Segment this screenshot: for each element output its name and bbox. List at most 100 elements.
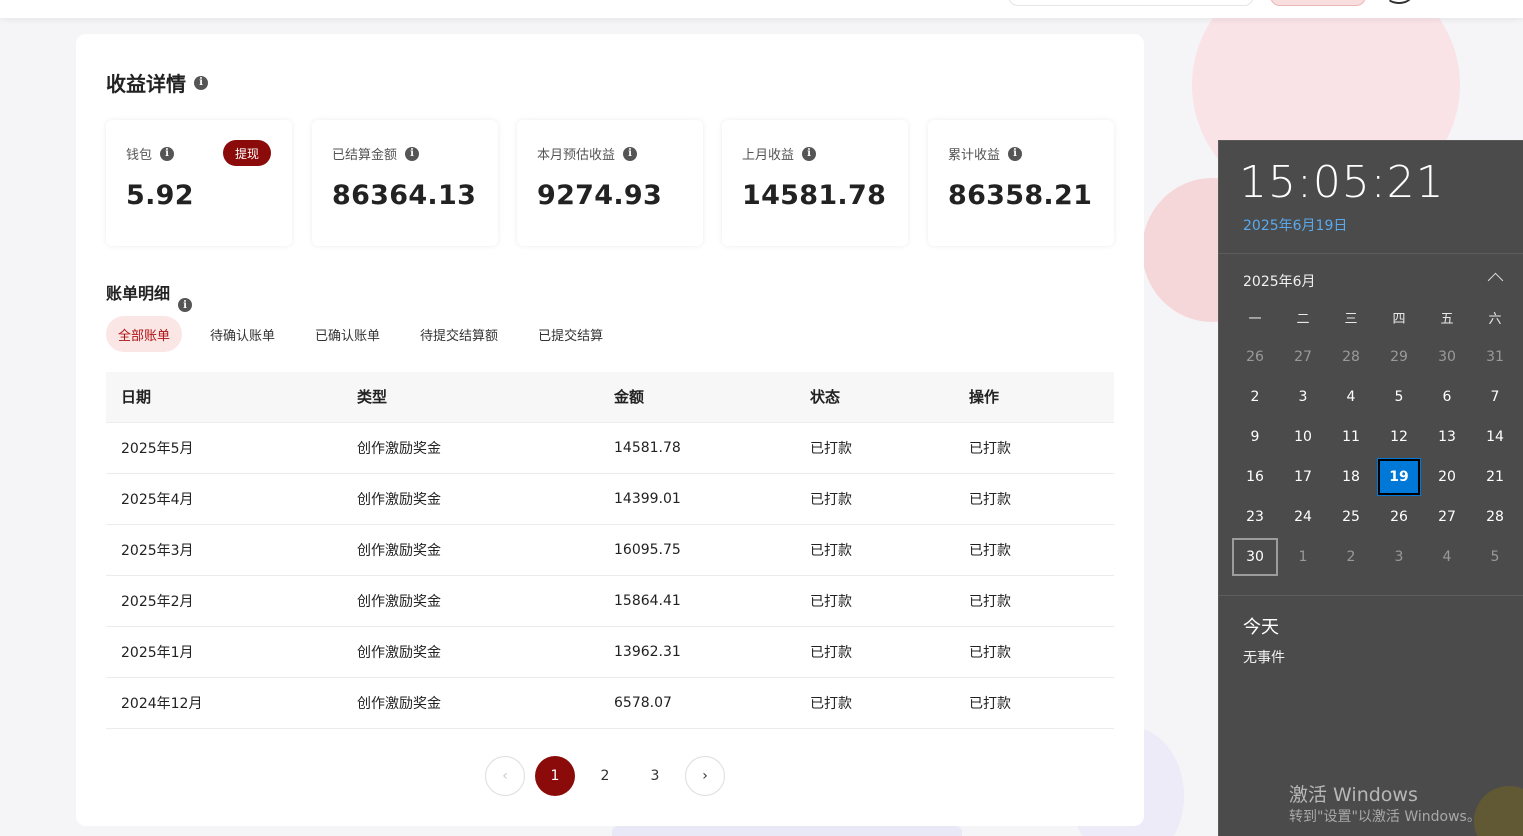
calendar-day-today-label: 19	[1377, 458, 1421, 496]
cell-status: 已打款	[795, 677, 954, 729]
info-icon[interactable]: i	[194, 75, 208, 90]
weekday-label: 三	[1344, 311, 1358, 327]
cell-action-link[interactable]: 已打款	[954, 677, 1114, 729]
calendar-day[interactable]: 27	[1423, 497, 1471, 537]
calendar-day[interactable]: 2	[1327, 537, 1375, 577]
weekday-label: 六	[1488, 311, 1502, 327]
calendar-day[interactable]: 2	[1231, 377, 1279, 417]
calendar-day[interactable]: 6	[1423, 377, 1471, 417]
calendar-day[interactable]: 25	[1327, 497, 1375, 537]
tab-pending-confirm[interactable]: 待确认账单	[198, 316, 287, 352]
info-icon[interactable]: i	[1008, 146, 1023, 161]
cell-amount: 14581.78	[599, 422, 795, 474]
cell-amount: 15864.41	[599, 575, 795, 627]
calendar-day[interactable]: 31	[1471, 337, 1519, 377]
tab-submitted-settlement[interactable]: 已提交结算	[526, 316, 615, 352]
tab-all-bills[interactable]: 全部账单	[106, 316, 183, 352]
prev-page-button[interactable]: ‹	[485, 756, 525, 796]
chevron-up-icon[interactable]	[1485, 267, 1507, 289]
calendar-day[interactable]: 16	[1231, 457, 1279, 497]
calendar-day-focused[interactable]: 30	[1231, 537, 1279, 577]
weekday-label: 五	[1440, 311, 1454, 327]
cell-action-link[interactable]: 已打款	[954, 575, 1114, 627]
stat-value: 9274.93	[537, 180, 663, 211]
calendar-day[interactable]: 11	[1327, 417, 1375, 457]
cell-date: 2025年4月	[106, 473, 342, 525]
info-icon[interactable]: i	[802, 146, 817, 161]
search-input[interactable]	[1008, 0, 1254, 6]
calendar-day[interactable]: 26	[1231, 337, 1279, 377]
calendar-week-row: 9 10 11 12 13 14	[1231, 417, 1519, 457]
weekday-label: 四	[1392, 311, 1406, 327]
cell-status: 已打款	[795, 575, 954, 627]
calendar-day[interactable]: 1	[1279, 537, 1327, 577]
calendar-day[interactable]: 3	[1279, 377, 1327, 417]
calendar-day[interactable]: 14	[1471, 417, 1519, 457]
cell-action-link[interactable]: 已打款	[954, 626, 1114, 678]
cell-type: 创作激励奖金	[342, 524, 599, 576]
table-row: 2025年5月 创作激励奖金 14581.78 已打款 已打款	[106, 422, 1114, 474]
calendar-day[interactable]: 27	[1279, 337, 1327, 377]
calendar-day[interactable]: 3	[1375, 537, 1423, 577]
withdraw-button[interactable]: 提现	[223, 140, 271, 166]
calendar-day[interactable]: 9	[1231, 417, 1279, 457]
calendar-day[interactable]: 24	[1279, 497, 1327, 537]
calendar-day[interactable]: 17	[1279, 457, 1327, 497]
stat-value: 86364.13	[332, 180, 477, 211]
page-button-1[interactable]: 1	[535, 756, 575, 796]
calendar-day[interactable]: 28	[1327, 337, 1375, 377]
calendar-day[interactable]: 18	[1327, 457, 1375, 497]
calendar-day[interactable]: 4	[1327, 377, 1375, 417]
header-action-button[interactable]	[1270, 0, 1366, 6]
calendar-day[interactable]: 21	[1471, 457, 1519, 497]
calendar-day[interactable]: 29	[1375, 337, 1423, 377]
page-title-text: 收益详情	[106, 72, 186, 96]
cell-amount: 14399.01	[599, 473, 795, 525]
column-header-amount: 金额	[599, 372, 795, 423]
calendar-day[interactable]: 12	[1375, 417, 1423, 457]
cell-date: 2025年5月	[106, 422, 342, 474]
events-empty-text: 无事件	[1243, 650, 1285, 666]
cell-status: 已打款	[795, 473, 954, 525]
info-icon[interactable]: i	[178, 298, 193, 312]
stat-label: 钱包 i	[126, 144, 175, 163]
stat-label: 上月收益 i	[742, 144, 817, 163]
calendar-day[interactable]: 4	[1423, 537, 1471, 577]
calendar-day[interactable]: 5	[1471, 537, 1519, 577]
avatar[interactable]	[1386, 0, 1412, 4]
calendar-day[interactable]: 5	[1375, 377, 1423, 417]
calendar-day[interactable]: 10	[1279, 417, 1327, 457]
page-button-2[interactable]: 2	[585, 756, 625, 796]
calendar-day[interactable]: 26	[1375, 497, 1423, 537]
calendar-month-label[interactable]: 2025年6月	[1243, 271, 1316, 291]
clock-date-link[interactable]: 2025年6月19日	[1243, 215, 1347, 235]
bills-title: 账单明细 i	[106, 280, 193, 312]
tab-pending-settlement[interactable]: 待提交结算额	[408, 316, 510, 352]
table-row: 2025年2月 创作激励奖金 15864.41 已打款 已打款	[106, 575, 1114, 627]
info-icon[interactable]: i	[623, 146, 638, 161]
calendar-day[interactable]: 20	[1423, 457, 1471, 497]
calendar-day[interactable]: 23	[1231, 497, 1279, 537]
next-page-button[interactable]: ›	[685, 756, 725, 796]
info-icon[interactable]: i	[405, 146, 420, 161]
calendar-day[interactable]: 13	[1423, 417, 1471, 457]
background-decoration	[612, 826, 962, 836]
table-header-row: 日期 类型 金额 状态 操作	[106, 372, 1114, 423]
divider	[1219, 253, 1523, 254]
bills-table: 日期 类型 金额 状态 操作 2025年5月 创作激励奖金 14581.78 已…	[106, 372, 1114, 729]
cell-action-link[interactable]: 已打款	[954, 422, 1114, 474]
cell-action-link[interactable]: 已打款	[954, 473, 1114, 525]
calendar-day-today[interactable]: 19	[1375, 457, 1423, 497]
calendar-day[interactable]: 30	[1423, 337, 1471, 377]
bills-title-text: 账单明细	[106, 284, 171, 303]
calendar-day[interactable]: 28	[1471, 497, 1519, 537]
calendar-day[interactable]: 7	[1471, 377, 1519, 417]
page-button-3[interactable]: 3	[635, 756, 675, 796]
info-icon[interactable]: i	[160, 146, 175, 161]
table-row: 2025年3月 创作激励奖金 16095.75 已打款 已打款	[106, 524, 1114, 576]
activation-watermark-subtitle: 转到"设置"以激活 Windows。	[1289, 809, 1481, 825]
cell-action-link[interactable]: 已打款	[954, 524, 1114, 576]
clock-time: 15:05:21	[1239, 157, 1445, 208]
tab-confirmed[interactable]: 已确认账单	[303, 316, 392, 352]
cell-date: 2025年3月	[106, 524, 342, 576]
